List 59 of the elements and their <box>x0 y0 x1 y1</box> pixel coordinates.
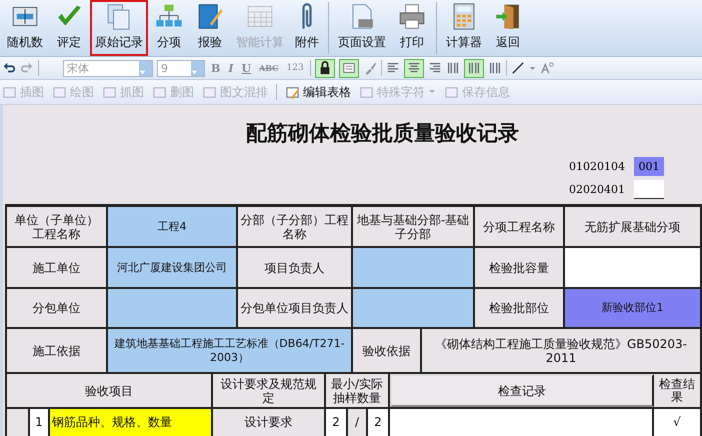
table-cell[interactable]: 检查记录 <box>390 374 654 407</box>
toolbar-button[interactable]: 计算器 <box>441 0 487 56</box>
table-cell[interactable]: 钢筋品种、规格、数量 <box>50 409 213 436</box>
align-right-icon[interactable] <box>428 61 442 75</box>
code-field[interactable]: 001 <box>634 157 664 176</box>
lock-button[interactable] <box>314 58 335 78</box>
valign-bottom-icon[interactable] <box>488 61 502 75</box>
table-cell[interactable]: 2 <box>326 409 348 436</box>
align-center-button[interactable] <box>404 58 424 78</box>
printer-icon <box>397 2 427 31</box>
table-pencil-icon <box>285 84 300 100</box>
table-cell[interactable]: 新验收部位1 <box>565 289 702 327</box>
valign-top-icon[interactable] <box>446 61 460 75</box>
valign-middle-button[interactable] <box>464 58 484 78</box>
lock-icon <box>318 61 332 75</box>
caret-icon <box>428 90 436 94</box>
insert-toolbar-button[interactable]: 编辑表格 <box>285 84 351 100</box>
table-cell[interactable]: 建筑地基基础工程施工工艺标准（DB64/T271-2003） <box>108 329 353 372</box>
undo-icon[interactable] <box>2 61 16 75</box>
code-field[interactable] <box>634 180 664 199</box>
toolbar-button[interactable]: 分项 <box>149 0 189 56</box>
document-title: 配筋砌体检验批质量验收记录 <box>245 119 520 147</box>
table-cell[interactable] <box>353 289 475 327</box>
toolbar-button[interactable]: 随机数 <box>2 0 48 56</box>
table-cell[interactable] <box>353 248 475 287</box>
table-cell: 分部（子分部）工程名称 <box>238 207 353 246</box>
frame-icon <box>342 61 356 75</box>
table-cell[interactable] <box>565 248 702 287</box>
paperclip-icon <box>301 2 313 31</box>
frame-button[interactable] <box>338 58 359 78</box>
toolbar-button[interactable]: 附件 <box>290 0 324 56</box>
table-cell[interactable]: 1 <box>30 409 50 436</box>
frame-icon <box>202 84 217 100</box>
table-cell[interactable] <box>108 289 238 327</box>
align-left-icon[interactable] <box>386 61 400 75</box>
toolbar-button[interactable]: 返回 <box>488 0 528 56</box>
toolbar-button[interactable]: 评定 <box>49 0 89 56</box>
toolbar-button[interactable]: 原始记录 <box>90 0 148 56</box>
toolbar-button[interactable]: 打印 <box>392 0 432 56</box>
toolbar-button[interactable]: 报验 <box>190 0 230 56</box>
frame-icon <box>2 84 17 100</box>
table-cell[interactable]: √ <box>654 409 702 436</box>
font-size-icon[interactable] <box>540 61 554 75</box>
table-cell[interactable]: 2 <box>368 409 390 436</box>
toolbar-button[interactable]: 页面设置 <box>333 0 391 56</box>
frame-icon <box>444 84 459 100</box>
frame-icon <box>102 84 117 100</box>
frame-icon <box>52 84 67 100</box>
code-label: 02020401 <box>569 183 625 196</box>
code-label: 01020104 <box>569 160 625 173</box>
brush-icon[interactable] <box>362 61 377 75</box>
table-cell: 分包单位项目负责人 <box>238 289 353 327</box>
valign-middle-icon <box>466 61 481 75</box>
frame-icon <box>152 84 167 100</box>
table-cell[interactable]: 工程4 <box>108 207 238 246</box>
table-cell[interactable]: 河北广厦建设集团公司 <box>108 248 238 287</box>
line-icon[interactable] <box>510 61 525 75</box>
frame-icon <box>359 84 374 100</box>
align-center-icon <box>406 61 421 75</box>
